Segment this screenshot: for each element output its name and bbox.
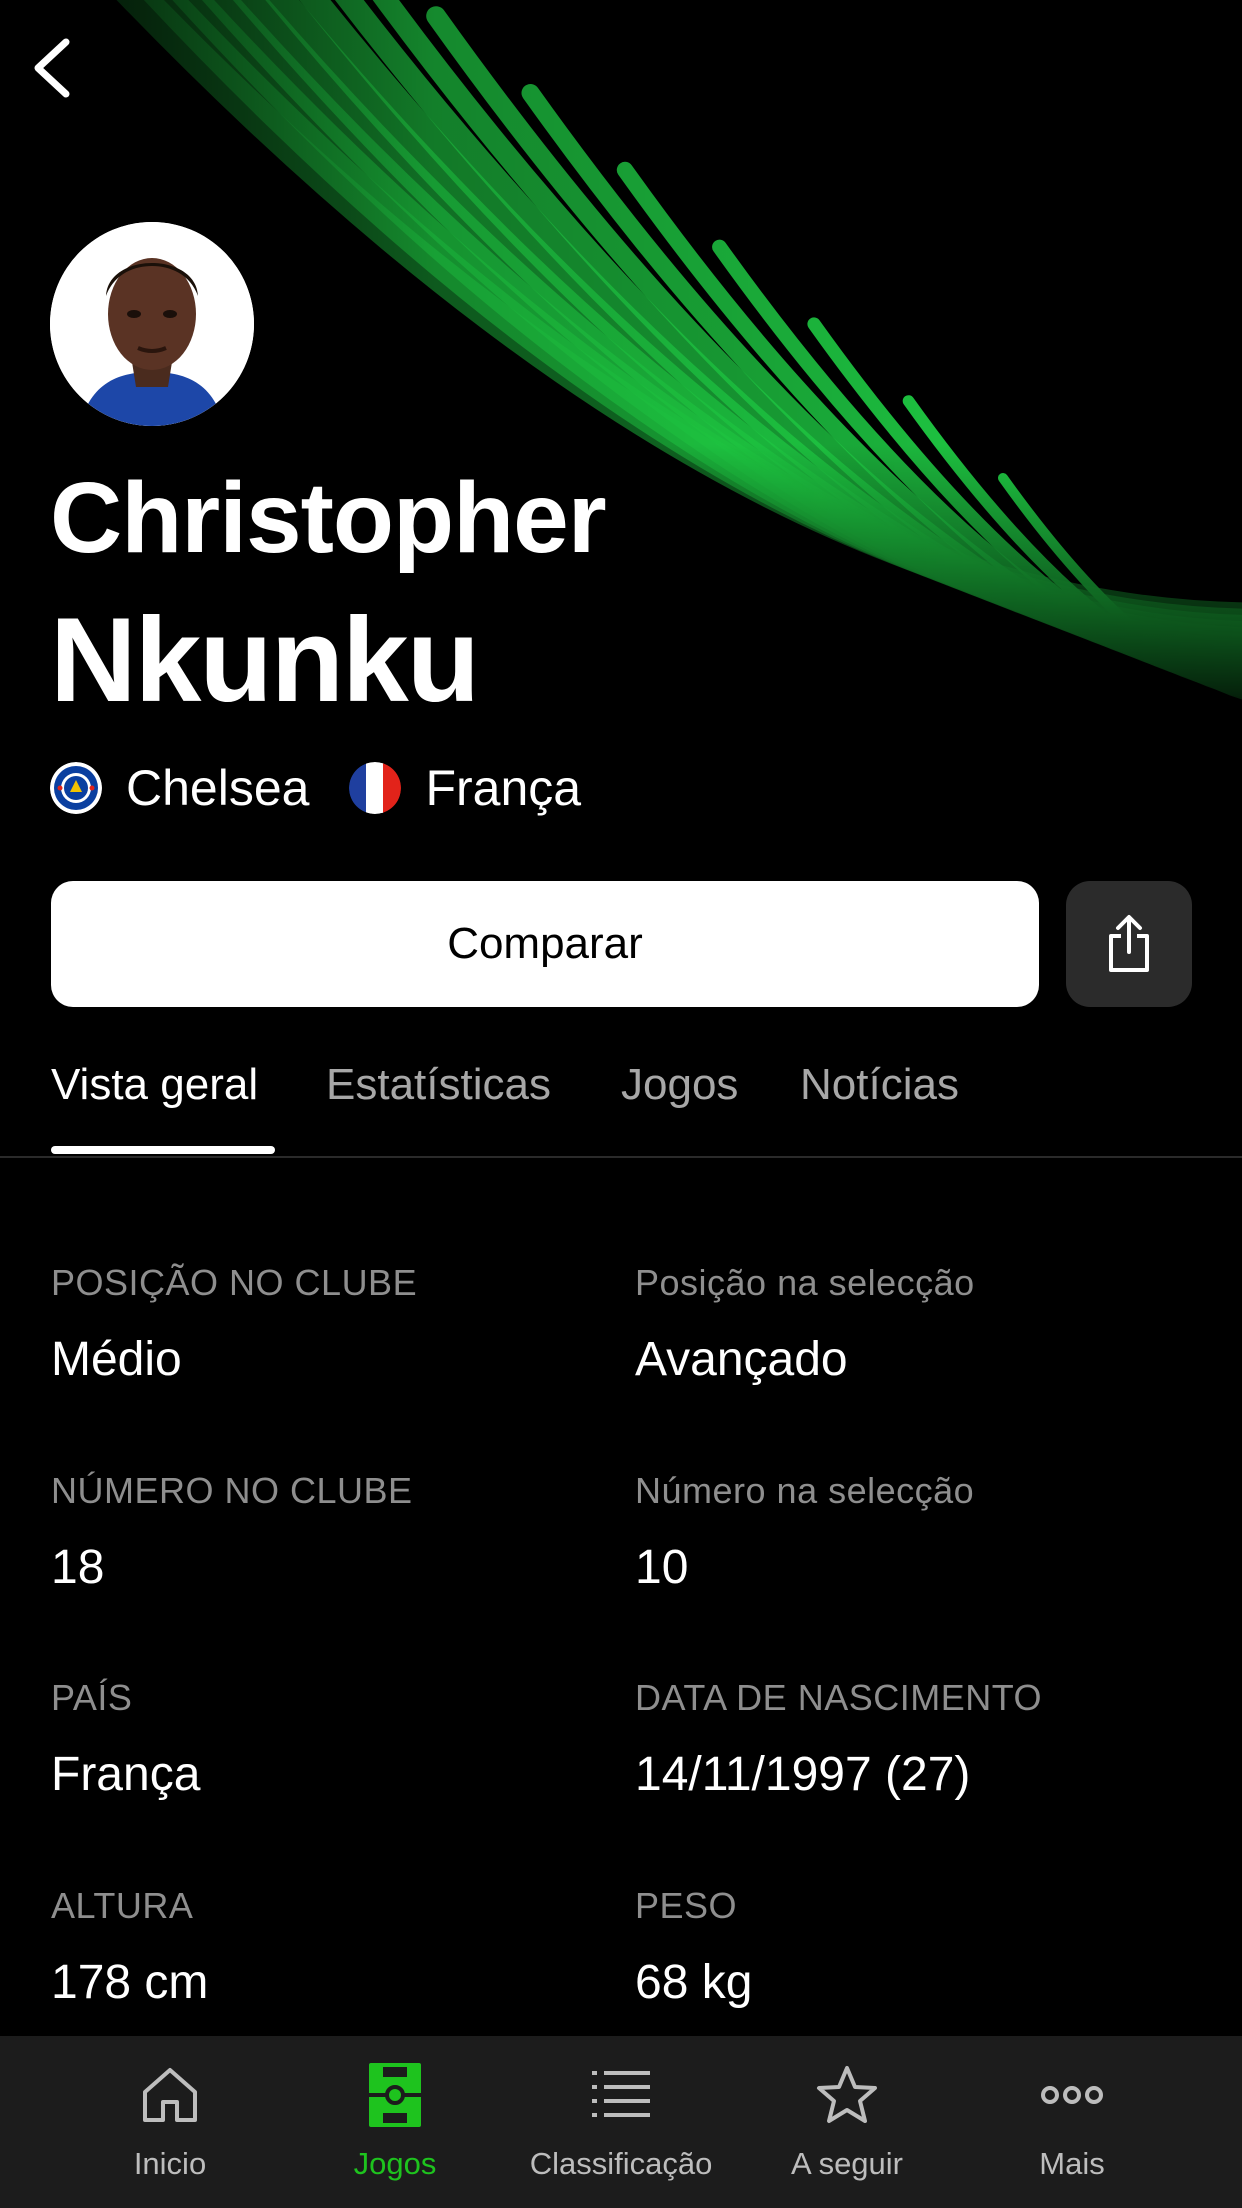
share-icon: [1109, 915, 1149, 972]
home-icon: [135, 2060, 205, 2130]
height-label: ALTURA: [51, 1885, 194, 1926]
nationality-name[interactable]: França: [425, 760, 581, 816]
national-number-value: 10: [635, 1541, 689, 1594]
tab-statistics[interactable]: Estatísticas: [326, 1060, 551, 1110]
star-icon: [812, 2060, 882, 2130]
nav-label-matches: Jogos: [353, 2146, 437, 2181]
national-position-value: Avançado: [635, 1333, 848, 1386]
country-label: PAÍS: [51, 1677, 133, 1718]
nav-item-matches[interactable]: Jogos: [285, 2036, 505, 2208]
birth-date-value: 14/11/1997 (27): [635, 1748, 971, 1801]
club-crest-icon: [50, 762, 102, 814]
tab-matches[interactable]: Jogos: [621, 1060, 738, 1110]
player-last-name: Nkunku: [50, 593, 480, 727]
club-position-label: POSIÇÃO NO CLUBE: [51, 1262, 418, 1303]
back-button[interactable]: [22, 32, 82, 104]
compare-button[interactable]: Comparar: [51, 881, 1039, 1007]
tab-overview[interactable]: Vista geral: [51, 1060, 258, 1110]
player-first-name: Christopher: [50, 462, 607, 574]
country-value: França: [51, 1748, 201, 1801]
height-value: 178 cm: [51, 1956, 209, 2009]
club-number-label: NÚMERO NO CLUBE: [51, 1470, 413, 1511]
nav-label-following: A seguir: [790, 2146, 903, 2181]
list-icon: [586, 2060, 656, 2130]
tab-active-indicator: [51, 1146, 275, 1154]
bottom-navigation: Inicio Jogos Classificação A seguir Mais: [0, 2036, 1242, 2208]
weight-value: 68 kg: [635, 1956, 753, 2009]
nav-item-standings[interactable]: Classificação: [511, 2036, 731, 2208]
player-avatar: [50, 222, 254, 426]
national-number-label: Número na selecção: [635, 1470, 975, 1511]
tab-news[interactable]: Notícias: [800, 1060, 959, 1110]
national-position-label: Posição na selecção: [635, 1262, 975, 1303]
pitch-icon: [360, 2060, 430, 2130]
share-button[interactable]: [1066, 881, 1192, 1007]
tab-bar: Vista geral Estatísticas Jogos Notícias: [0, 1050, 1242, 1158]
club-position-value: Médio: [51, 1333, 182, 1386]
nav-item-more[interactable]: Mais: [962, 2036, 1182, 2208]
chevron-left-icon: [34, 38, 70, 98]
club-name[interactable]: Chelsea: [126, 760, 309, 816]
birth-date-label: DATA DE NASCIMENTO: [635, 1677, 1043, 1718]
player-meta: Chelsea França: [50, 760, 621, 816]
nav-item-home[interactable]: Inicio: [60, 2036, 280, 2208]
weight-label: PESO: [635, 1885, 738, 1926]
nav-label-home: Inicio: [133, 2146, 207, 2181]
nav-label-more: Mais: [1039, 2146, 1105, 2181]
nav-item-following[interactable]: A seguir: [737, 2036, 957, 2208]
more-icon: [1037, 2060, 1107, 2130]
france-flag-icon: [349, 762, 402, 814]
nav-label-standings: Classificação: [529, 2146, 713, 2181]
club-number-value: 18: [51, 1541, 105, 1594]
